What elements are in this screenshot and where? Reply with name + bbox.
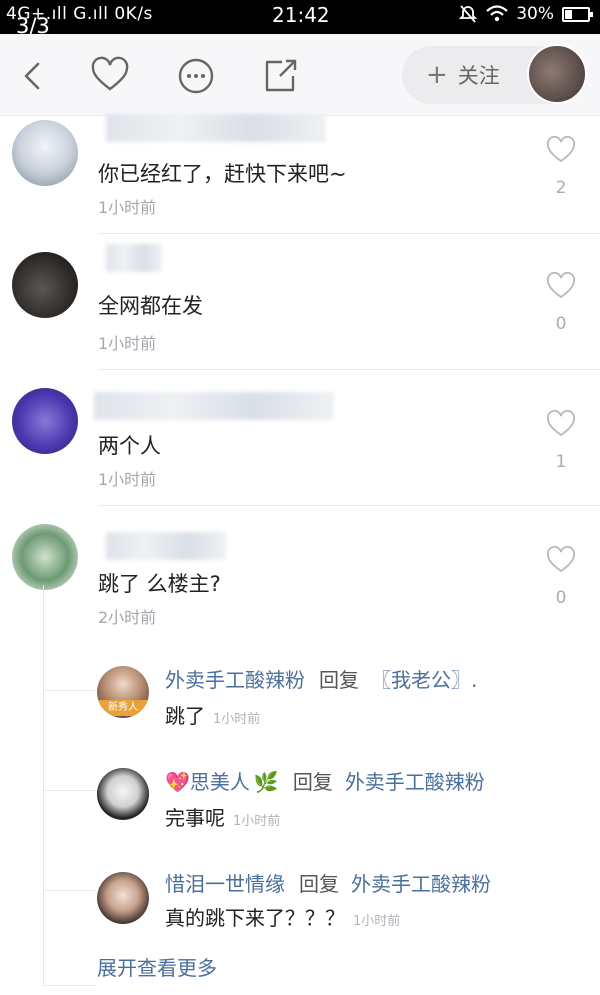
comment-item: 全网都在发 1小时前 0 <box>0 234 600 370</box>
comment-text: 全网都在发 <box>98 294 203 318</box>
like-button[interactable]: 0 <box>545 271 577 334</box>
clock: 21:42 <box>272 3 330 27</box>
more-icon[interactable] <box>176 56 216 96</box>
share-icon[interactable] <box>260 56 300 96</box>
like-button[interactable]: 0 <box>545 545 577 608</box>
like-count: 2 <box>555 178 567 198</box>
thread-connector <box>43 790 95 791</box>
reply-word: 回复 <box>292 770 333 794</box>
reply-target[interactable]: 外卖手工酸辣粉 <box>345 770 485 794</box>
battery-percent: 30% <box>516 4 554 24</box>
username-blurred <box>106 244 162 272</box>
reply-text: 完事呢 <box>165 806 225 830</box>
reply-text: 真的跳下来了？？？ <box>165 906 345 930</box>
reply-body: 真的跳下来了？？？ 1小时前 <box>165 902 400 931</box>
wifi-icon <box>486 5 508 22</box>
expand-more-link[interactable]: 展开查看更多 <box>97 952 217 981</box>
reply-target[interactable]: 〖我老公〗. <box>371 668 477 692</box>
reply-word: 回复 <box>299 872 339 896</box>
comment-text: 你已经红了，赶快下来吧~ <box>98 162 347 186</box>
like-button[interactable]: 2 <box>545 135 577 198</box>
top-toolbar: + 关注 <box>0 34 600 116</box>
status-right: 30% <box>458 4 593 24</box>
avatar[interactable] <box>12 252 78 318</box>
comment-time: 1小时前 <box>98 334 157 353</box>
reply-avatar[interactable]: 新秀人 <box>97 666 149 718</box>
like-icon <box>546 135 576 163</box>
plus-icon: + <box>426 60 448 90</box>
reply-body: 完事呢 1小时前 <box>165 802 280 831</box>
reply-time: 1小时前 <box>213 712 261 727</box>
reply-username[interactable]: 惜泪一世情缘 <box>165 872 285 896</box>
reply-header: 惜泪一世情缘 回复 外卖手工酸辣粉 <box>165 868 491 897</box>
reply-username[interactable]: 思美人 <box>190 770 250 794</box>
back-icon[interactable] <box>14 56 54 96</box>
like-icon <box>546 409 576 437</box>
comment-item: 跳了 么楼主? 2小时前 0 <box>0 506 600 636</box>
comment-time: 2小时前 <box>98 608 157 627</box>
reply-avatar[interactable] <box>97 872 149 924</box>
comment-item: 两个人 1小时前 1 <box>0 370 600 506</box>
mute-icon <box>459 5 478 23</box>
sparkle-heart-icon: 💖 <box>165 770 190 794</box>
author-avatar[interactable] <box>527 44 587 104</box>
reply-word: 回复 <box>319 668 359 692</box>
thread-connector <box>43 890 95 891</box>
battery-icon <box>562 6 593 22</box>
username-blurred <box>106 532 226 560</box>
thread-line <box>43 585 44 985</box>
reply-avatar[interactable] <box>97 768 149 820</box>
avatar[interactable] <box>12 388 78 454</box>
like-icon <box>546 271 576 299</box>
comment-text: 两个人 <box>98 434 161 458</box>
reply-body: 跳了 1小时前 <box>165 700 260 729</box>
battery-fill <box>565 9 572 19</box>
like-count: 1 <box>555 452 567 472</box>
avatar[interactable] <box>12 524 78 590</box>
username-blurred <box>106 114 326 142</box>
like-count: 0 <box>555 314 567 334</box>
like-button[interactable]: 1 <box>545 409 577 472</box>
follow-label: 关注 <box>457 64 500 88</box>
comment-item: 你已经红了，赶快下来吧~ 1小时前 2 <box>0 114 600 234</box>
comment-time: 1小时前 <box>98 470 157 489</box>
reply-time: 1小时前 <box>233 814 281 829</box>
reply-username[interactable]: 外卖手工酸辣粉 <box>165 668 305 692</box>
thread-connector <box>43 690 95 691</box>
leaf-icon: 🌿 <box>253 770 279 794</box>
comment-time: 1小时前 <box>98 198 157 217</box>
newbie-badge: 新秀人 <box>97 700 149 716</box>
thread-connector <box>43 985 95 986</box>
status-bar: 4G+.ıll G.ıll 0K/s 21:42 30% <box>0 0 600 34</box>
reply-header: 💖思美人 🌿 回复 外卖手工酸辣粉 <box>165 766 485 795</box>
like-count: 0 <box>555 588 567 608</box>
reply-time: 1小时前 <box>353 914 401 929</box>
heart-icon[interactable] <box>90 56 130 96</box>
reply-header: 外卖手工酸辣粉 回复 〖我老公〗. <box>165 664 477 693</box>
comment-text: 跳了 么楼主? <box>98 572 221 596</box>
avatar[interactable] <box>12 120 78 186</box>
reply-text: 跳了 <box>165 704 205 728</box>
like-icon <box>546 545 576 573</box>
username-blurred <box>94 392 334 420</box>
reply-target[interactable]: 外卖手工酸辣粉 <box>351 872 491 896</box>
